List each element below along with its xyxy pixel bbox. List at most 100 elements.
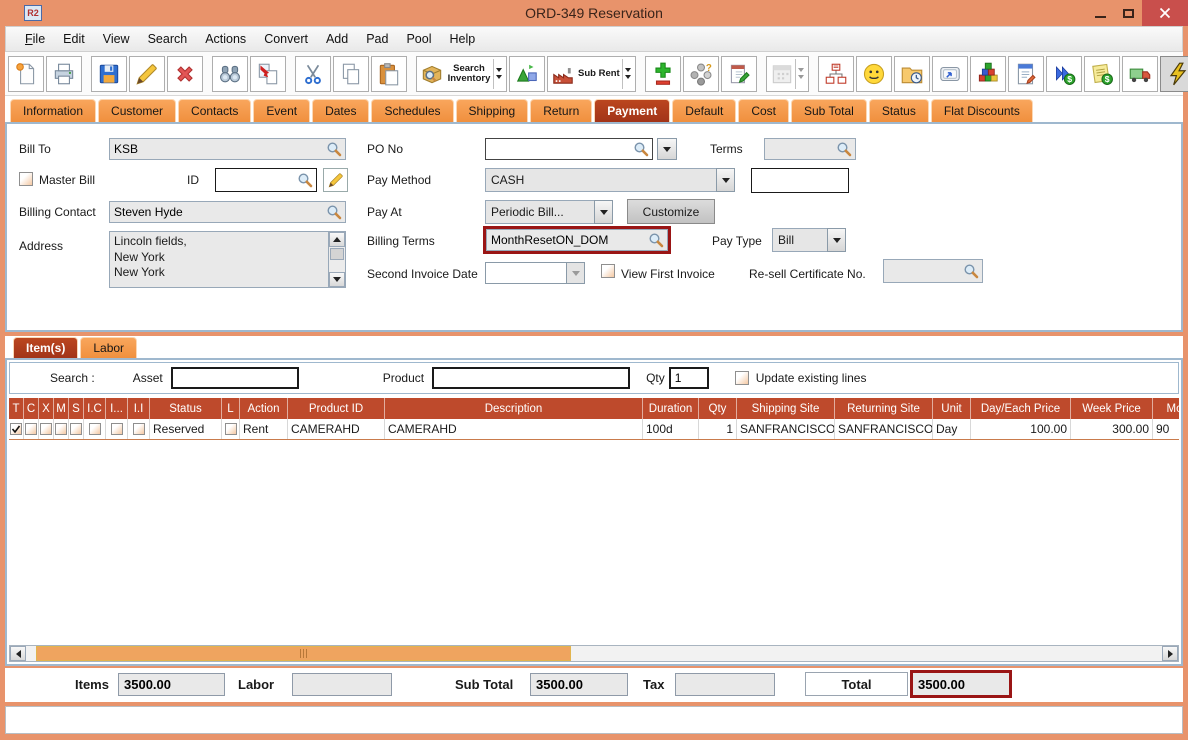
billing-contact-input[interactable] [109, 201, 346, 223]
menu-help[interactable]: Help [441, 29, 485, 49]
scroll-right-button[interactable] [1162, 646, 1178, 661]
pay-type-combo[interactable]: Bill [772, 228, 846, 252]
tab-default[interactable]: Default [672, 99, 737, 122]
checkbox[interactable] [132, 423, 145, 435]
qty-input[interactable] [668, 367, 709, 389]
col-description[interactable]: Description [385, 398, 643, 419]
bill-to-input[interactable] [109, 138, 346, 160]
search-icon[interactable] [633, 141, 649, 157]
tab-event[interactable]: Event [253, 99, 311, 122]
pay-method-combo[interactable]: CASH [485, 168, 735, 192]
address-box[interactable]: Lincoln fields, New York New York [109, 231, 346, 288]
col-x[interactable]: X [39, 398, 54, 419]
tab-flat-discounts[interactable]: Flat Discounts [930, 99, 1033, 122]
sub-rent-button[interactable]: Sub Rent [547, 55, 636, 92]
tab-information[interactable]: Information [10, 99, 97, 122]
menu-add[interactable]: Add [317, 29, 357, 49]
search-icon[interactable] [963, 263, 979, 279]
col-c[interactable]: C [24, 398, 39, 419]
shapes-button[interactable] [509, 55, 545, 92]
col-action[interactable]: Action [240, 398, 288, 419]
col-product-id[interactable]: Product ID [288, 398, 385, 419]
col-week-price[interactable]: Week Price [1071, 398, 1153, 419]
pay-at-combo[interactable]: Periodic Bill... [485, 200, 613, 224]
col-shipping-site[interactable]: Shipping Site [737, 398, 835, 419]
search-icon[interactable] [297, 172, 313, 188]
edit-button[interactable] [129, 55, 165, 92]
add-line-button[interactable] [644, 55, 681, 92]
checkbox[interactable] [25, 423, 37, 435]
tab-sub-total[interactable]: Sub Total [791, 99, 867, 122]
invoice-button[interactable]: $ [1083, 55, 1120, 92]
horizontal-scrollbar[interactable] [9, 645, 1179, 662]
asset-input[interactable] [170, 367, 299, 389]
col-qty[interactable]: Qty [699, 398, 737, 419]
table-row[interactable]: Reserved Rent CAMERAHD CAMERAHD 100d 1 S… [9, 419, 1179, 440]
search-inventory-dropdown[interactable] [493, 58, 504, 89]
customer-smiley-button[interactable] [855, 55, 892, 92]
tab-shipping[interactable]: Shipping [455, 99, 529, 122]
menu-convert[interactable]: Convert [255, 29, 317, 49]
customize-button[interactable]: Customize [627, 199, 715, 224]
maximize-button[interactable] [1114, 0, 1142, 26]
tab-payment[interactable]: Payment [594, 99, 671, 122]
scrollbar-thumb[interactable] [36, 646, 571, 661]
scroll-thumb[interactable] [330, 248, 344, 260]
col-l[interactable]: L [222, 398, 240, 419]
delivery-button[interactable] [1121, 55, 1158, 92]
checkbox[interactable] [40, 423, 52, 435]
dropdown-button[interactable] [657, 138, 677, 160]
col-ii[interactable]: I.I [128, 398, 150, 419]
address-scrollbar[interactable] [328, 232, 345, 287]
dropdown-button[interactable] [716, 168, 735, 192]
convert-document-button[interactable] [250, 55, 286, 92]
checkbox[interactable] [88, 423, 101, 435]
find-button[interactable] [212, 55, 248, 92]
col-t[interactable]: T [9, 398, 24, 419]
tab-dates[interactable]: Dates [312, 99, 370, 122]
col-s[interactable]: S [69, 398, 84, 419]
tab-return[interactable]: Return [530, 99, 593, 122]
update-existing-lines-checkbox[interactable] [734, 371, 749, 385]
tab-labor[interactable]: Labor [80, 337, 138, 358]
tab-items[interactable]: Item(s) [13, 337, 79, 358]
dropdown-button[interactable] [594, 200, 613, 224]
id-edit-button[interactable] [323, 168, 348, 192]
org-chart-button[interactable] [817, 55, 854, 92]
close-button[interactable] [1142, 0, 1188, 26]
col-returning-site[interactable]: Returning Site [835, 398, 933, 419]
search-icon[interactable] [326, 204, 342, 220]
menu-file[interactable]: File [16, 29, 54, 49]
history-folder-button[interactable] [893, 55, 930, 92]
col-duration[interactable]: Duration [643, 398, 699, 419]
quick-actions-button[interactable] [1159, 55, 1188, 92]
col-day-each-price[interactable]: Day/Each Price [971, 398, 1071, 419]
billing-terms-input[interactable] [486, 229, 668, 251]
second-invoice-date-field[interactable] [485, 262, 585, 284]
scroll-up-button[interactable] [329, 232, 345, 247]
payment-transfer-button[interactable]: $ [1045, 55, 1082, 92]
checkbox[interactable] [224, 423, 237, 435]
search-icon[interactable] [836, 141, 852, 157]
checkbox[interactable] [55, 423, 67, 435]
edit-notes-button[interactable] [1007, 55, 1044, 92]
menu-edit[interactable]: Edit [54, 29, 94, 49]
col-month-price[interactable]: Month [1153, 398, 1179, 419]
menu-actions[interactable]: Actions [196, 29, 255, 49]
sub-rent-dropdown[interactable] [621, 58, 633, 89]
col-i-dot[interactable]: I... [106, 398, 128, 419]
menu-pad[interactable]: Pad [357, 29, 397, 49]
search-icon[interactable] [326, 141, 342, 157]
search-icon[interactable] [648, 232, 664, 248]
col-m[interactable]: M [54, 398, 69, 419]
cut-button[interactable] [295, 55, 331, 92]
col-ic[interactable]: I.C [84, 398, 106, 419]
pay-method-extra-input[interactable] [751, 168, 849, 193]
product-input[interactable] [432, 367, 631, 389]
tab-contacts[interactable]: Contacts [178, 99, 252, 122]
save-button[interactable] [91, 55, 127, 92]
search-inventory-button[interactable]: Search Inventory [416, 55, 507, 92]
tab-schedules[interactable]: Schedules [371, 99, 454, 122]
minimize-button[interactable] [1086, 0, 1114, 26]
notes-button[interactable] [720, 55, 757, 92]
